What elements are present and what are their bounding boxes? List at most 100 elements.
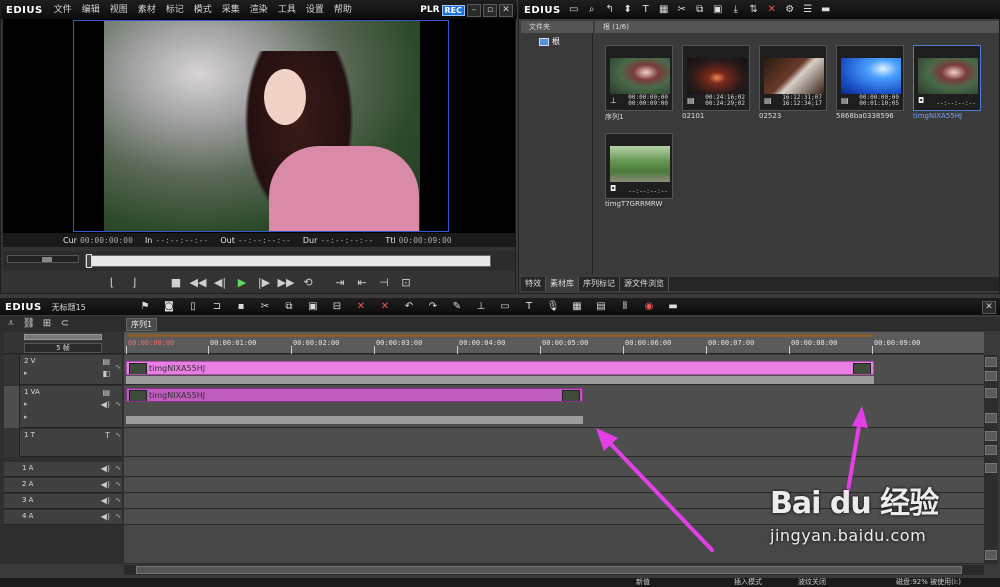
table-icon[interactable]: ▤ <box>594 300 608 314</box>
track-expand-icon[interactable]: ▸ <box>24 413 28 421</box>
folder-root-item[interactable]: 根 <box>539 36 560 47</box>
status-ripple[interactable]: 波纹关闭 <box>798 578 826 587</box>
fast-forward-icon[interactable]: ▶▶ <box>277 275 295 291</box>
menu-view[interactable]: 视图 <box>105 1 133 19</box>
menu-render[interactable]: 渲染 <box>245 1 273 19</box>
waveform-icon[interactable]: ∿ <box>115 431 121 439</box>
close-button[interactable]: ✕ <box>499 3 513 17</box>
step-back-icon[interactable]: ◀| <box>211 275 229 291</box>
group-icon[interactable]: ⊞ <box>40 317 54 331</box>
mute-icon[interactable]: ◧ <box>102 369 110 378</box>
zoom-slider[interactable] <box>24 334 102 340</box>
mixer-icon[interactable]: ⫴ <box>618 300 632 314</box>
position-slider[interactable] <box>85 254 491 268</box>
tab-sequence1[interactable]: 序列1 <box>126 318 158 331</box>
scrollbar-thumb[interactable] <box>136 566 962 574</box>
mode-icon[interactable]: ⚑ <box>138 300 152 314</box>
add-cut-icon[interactable]: ✎ <box>450 300 464 314</box>
menu-marker[interactable]: 标记 <box>161 1 189 19</box>
lane-1t[interactable] <box>124 429 984 457</box>
menu-clip[interactable]: 素材 <box>133 1 161 19</box>
track-header-3a[interactable]: 3 A ◀) ∿ <box>4 494 122 509</box>
output-icon[interactable]: ⊡ <box>397 275 415 291</box>
minimize-button[interactable]: – <box>467 3 481 17</box>
camera-icon[interactable]: ◙ <box>162 300 176 314</box>
tab-bin[interactable]: 素材库 <box>546 277 579 291</box>
video-track-icon[interactable]: ▤ <box>102 388 110 397</box>
track-expand-icon[interactable]: ▸ <box>24 400 28 408</box>
cut-tl-icon[interactable]: ✂ <box>258 300 272 314</box>
scroll-up-button[interactable] <box>985 357 997 367</box>
shuttle-knob[interactable] <box>42 257 52 262</box>
scroll-down-button[interactable] <box>985 413 997 423</box>
menu-help[interactable]: 帮助 <box>329 1 357 19</box>
stop-icon[interactable]: ■ <box>167 275 185 291</box>
scroll-down-button[interactable] <box>985 445 997 455</box>
speaker-icon[interactable]: ◀) <box>101 480 110 489</box>
add-to-timeline-icon[interactable]: ⤓ <box>729 3 743 17</box>
undo-icon[interactable]: ↶ <box>402 300 416 314</box>
step-forward-icon[interactable]: |▶ <box>255 275 273 291</box>
clip-item[interactable]: ▤ 00:00:00;00 00:01:10;05 5868ba0338596 <box>836 45 904 125</box>
status-insert-mode[interactable]: 插入模式 <box>734 578 762 587</box>
menu-edit[interactable]: 编辑 <box>77 1 105 19</box>
sync-icon[interactable]: ⊂ <box>58 317 72 331</box>
up-folder-icon[interactable]: ↰ <box>603 3 617 17</box>
cut-icon[interactable]: ✂ <box>675 3 689 17</box>
speaker-icon[interactable]: ◀) <box>101 496 110 505</box>
track-header-4a[interactable]: 4 A ◀) ∿ <box>4 510 122 525</box>
menu-settings[interactable]: 设置 <box>301 1 329 19</box>
shuttle-slider[interactable] <box>7 255 79 263</box>
track-header-2a[interactable]: 2 A ◀) ∿ <box>4 478 122 493</box>
copy-tl-icon[interactable]: ⧉ <box>282 300 296 314</box>
paste-tl-icon[interactable]: ▣ <box>306 300 320 314</box>
restore-button[interactable]: ▫ <box>483 3 497 17</box>
record-icon[interactable]: ◉ <box>642 300 656 314</box>
set-out-icon[interactable]: ⌋ <box>125 275 143 291</box>
delete-icon[interactable]: ✕ <box>765 3 779 17</box>
lane-1va[interactable]: timgNIXA55HJ <box>124 386 984 428</box>
speaker-icon[interactable]: ◀) <box>101 512 110 521</box>
track-header-1a[interactable]: 1 A ◀) ∿ <box>4 462 122 477</box>
render-icon[interactable]: ▦ <box>570 300 584 314</box>
menu-mode[interactable]: 模式 <box>189 1 217 19</box>
transition-icon[interactable]: ▭ <box>498 300 512 314</box>
snap-icon[interactable]: ⩡ <box>4 317 18 331</box>
time-ruler[interactable]: 00:00:00:00 00:00:01:00 00:00:02:00 00:0… <box>124 332 984 354</box>
view-mode-icon[interactable]: ☰ <box>801 3 815 17</box>
folder-icon[interactable]: ▭ <box>567 3 581 17</box>
clip-item[interactable]: ▤ 00:24:16;02 00:24:29;02 02101 <box>682 45 750 125</box>
open-icon[interactable]: ⊐ <box>210 300 224 314</box>
tab-effects[interactable]: 特效 <box>521 277 546 291</box>
title-tl-icon[interactable]: T <box>522 300 536 314</box>
track-toggle[interactable] <box>4 386 20 428</box>
timeline-close-button[interactable]: ✕ <box>982 300 996 314</box>
marker-icon[interactable]: ⊥ <box>474 300 488 314</box>
zoom-select[interactable]: 5 帧 <box>24 343 102 353</box>
waveform-icon[interactable]: ∿ <box>115 512 121 520</box>
title-track-icon[interactable]: T <box>105 431 110 440</box>
menu-tools[interactable]: 工具 <box>273 1 301 19</box>
new-icon[interactable]: ▯ <box>186 300 200 314</box>
scroll-down-button[interactable] <box>985 550 997 560</box>
title-icon[interactable]: T <box>639 3 653 17</box>
color-bar-icon[interactable]: ▦ <box>657 3 671 17</box>
track-header-2v[interactable]: 2 V ▤ ▸ ◧ ∿ <box>4 355 122 385</box>
rec-toggle[interactable]: REC <box>441 4 465 16</box>
settings-tl-icon[interactable]: ▬ <box>666 300 680 314</box>
track-toggle[interactable] <box>4 429 20 457</box>
horizontal-scrollbar[interactable] <box>124 565 984 575</box>
mic-icon[interactable]: 🎙 <box>546 300 560 314</box>
link-icon[interactable]: ⛓ <box>22 317 36 331</box>
list-icon[interactable]: ▬ <box>819 3 833 17</box>
lane-2v[interactable]: timgNIXA55HJ <box>124 355 984 385</box>
clip-item-selected[interactable]: ◘ --:--:--:-- timgNIXA55HJ <box>913 45 981 125</box>
track-header-1t[interactable]: 1 T T ∿ <box>4 429 122 457</box>
clip-item[interactable]: ◘ --:--:--:-- timgT7GRRMRW <box>605 133 673 213</box>
menu-capture[interactable]: 采集 <box>217 1 245 19</box>
track-header-1va[interactable]: 1 VA ▤ ▸ ◀) ▸ ∿ <box>4 386 122 428</box>
waveform-icon[interactable]: ∿ <box>115 496 121 504</box>
scroll-up-button[interactable] <box>985 431 997 441</box>
match-frame-icon[interactable]: ⊣ <box>375 275 393 291</box>
waveform-icon[interactable]: ∿ <box>115 464 121 472</box>
